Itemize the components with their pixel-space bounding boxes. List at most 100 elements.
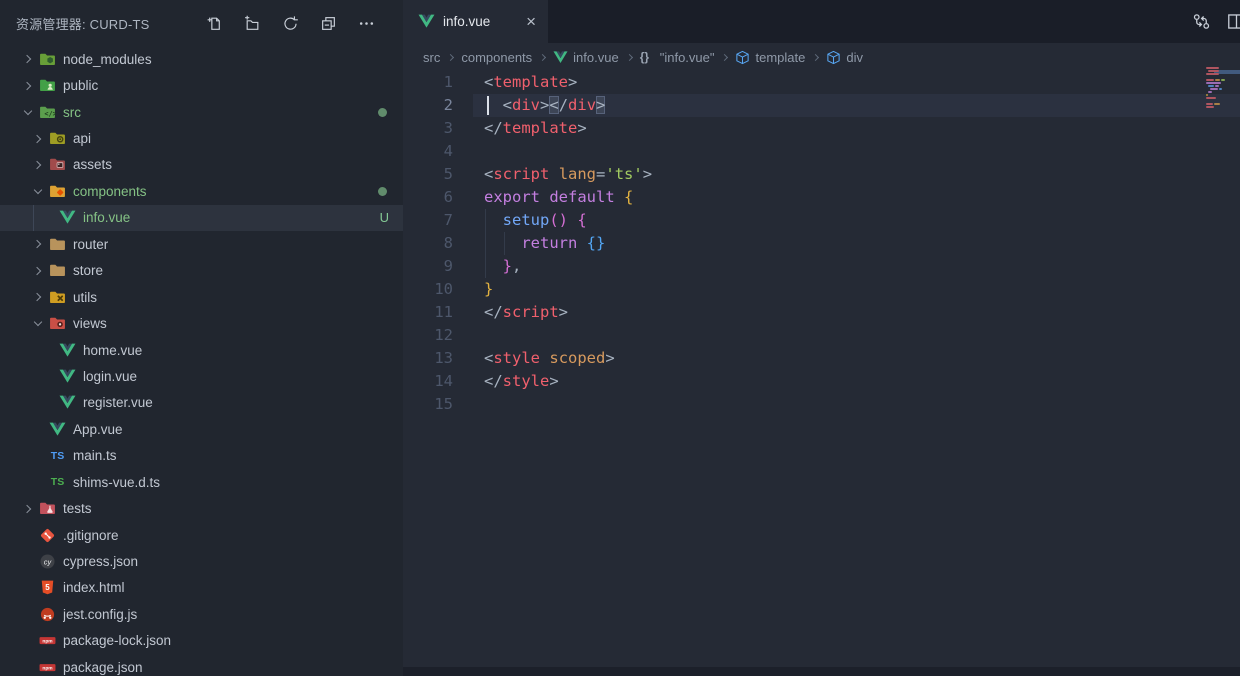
tree-item-shims-vue-d-ts[interactable]: TSshims-vue.d.ts: [0, 469, 403, 495]
twistie-collapsed-icon[interactable]: [28, 131, 48, 147]
tree-item-assets[interactable]: assets: [0, 152, 403, 178]
more-actions-icon[interactable]: [358, 15, 375, 32]
code-line-7[interactable]: 7 setup() {: [403, 209, 1240, 232]
tree-item-components[interactable]: components: [0, 178, 403, 204]
refresh-icon[interactable]: [282, 15, 299, 32]
line-number: 12: [403, 324, 453, 347]
tree-item-cypress-json[interactable]: cycypress.json: [0, 548, 403, 574]
code-line-15[interactable]: 15: [403, 393, 1240, 416]
npm-icon: npm: [38, 659, 57, 676]
line-number: 11: [403, 301, 453, 324]
breadcrumb-item-info-vue[interactable]: info.vue: [553, 50, 619, 65]
tree-item-info-vue[interactable]: info.vueU: [0, 205, 403, 231]
tree-item-api[interactable]: api: [0, 125, 403, 151]
tree-item-utils[interactable]: utils: [0, 284, 403, 310]
twistie-spacer: [38, 395, 58, 411]
code-line-5[interactable]: 5<script lang='ts'>: [403, 163, 1240, 186]
tree-item-app-vue[interactable]: App.vue: [0, 416, 403, 442]
twistie-collapsed-icon[interactable]: [18, 51, 38, 67]
tree-item-register-vue[interactable]: register.vue: [0, 390, 403, 416]
twistie-expanded-icon[interactable]: [18, 104, 38, 120]
code-token: [615, 188, 624, 206]
tab-close-icon[interactable]: ×: [524, 13, 538, 30]
twistie-collapsed-icon[interactable]: [18, 78, 38, 94]
breadcrumb-label: template: [755, 50, 805, 65]
code-line-4[interactable]: 4: [403, 140, 1240, 163]
tree-item-src[interactable]: </>src: [0, 99, 403, 125]
twistie-collapsed-icon[interactable]: [28, 263, 48, 279]
tree-item-node-modules[interactable]: node_modules: [0, 46, 403, 72]
code-token: /: [559, 96, 568, 114]
breadcrumb-item-div[interactable]: div: [826, 50, 863, 65]
code-line-8[interactable]: 8 return {}: [403, 232, 1240, 255]
twistie-collapsed-icon[interactable]: [28, 157, 48, 173]
code-editor[interactable]: 1<template>2 <div></div>3</template>45<s…: [403, 71, 1240, 676]
tree-item-router[interactable]: router: [0, 231, 403, 257]
code-line-9[interactable]: 9 },: [403, 255, 1240, 278]
folder-src-icon: </>: [38, 104, 57, 121]
tree-item-tests[interactable]: tests: [0, 495, 403, 521]
code-line-12[interactable]: 12: [403, 324, 1240, 347]
code-line-2[interactable]: 2 <div></div>: [403, 94, 1240, 117]
minimap-bar: [1215, 85, 1219, 87]
new-file-icon[interactable]: [206, 15, 223, 32]
tree-item-index-html[interactable]: 5index.html: [0, 575, 403, 601]
open-changes-icon[interactable]: [1192, 12, 1211, 31]
split-editor-icon[interactable]: [1227, 12, 1240, 31]
tab-info-vue[interactable]: info.vue ×: [403, 0, 548, 43]
tree-item-label: store: [73, 263, 103, 278]
code-line-6[interactable]: 6export default {: [403, 186, 1240, 209]
breadcrumb-item-src[interactable]: src: [423, 50, 440, 65]
minimap[interactable]: [1206, 67, 1240, 127]
tree-item-home-vue[interactable]: home.vue: [0, 337, 403, 363]
twistie-collapsed-icon[interactable]: [28, 236, 48, 252]
code-token: {: [624, 188, 633, 206]
tree-item--gitignore[interactable]: .gitignore: [0, 522, 403, 548]
breadcrumb: src components info.vue {}"info.vue" templat…: [403, 43, 1240, 71]
breadcrumb-item-template[interactable]: template: [735, 50, 805, 65]
git-modified-dot: [378, 108, 387, 117]
tree-item-package-json[interactable]: npm package.json: [0, 654, 403, 676]
tree-item-label: package-lock.json: [63, 633, 171, 648]
tree-item-login-vue[interactable]: login.vue: [0, 363, 403, 389]
tree-item-label: assets: [73, 157, 112, 172]
tree-item-label: components: [73, 184, 147, 199]
tree-item-jest-config-js[interactable]: jest.config.js: [0, 601, 403, 627]
breadcrumb-item-components[interactable]: components: [461, 50, 532, 65]
tree-item-store[interactable]: store: [0, 258, 403, 284]
tree-item-label: package.json: [63, 660, 143, 675]
code-line-10[interactable]: 10}: [403, 278, 1240, 301]
code-line-13[interactable]: 13<style scoped>: [403, 347, 1240, 370]
code-token: [549, 165, 558, 183]
code-line-14[interactable]: 14</style>: [403, 370, 1240, 393]
line-number: 6: [403, 186, 453, 209]
tree-item-package-lock-json[interactable]: npmpackage-lock.json: [0, 628, 403, 654]
folder-assets-icon: [48, 156, 67, 173]
twistie-expanded-icon[interactable]: [28, 316, 48, 332]
twistie-expanded-icon[interactable]: [28, 183, 48, 199]
code-token: >: [643, 165, 652, 183]
code-line-1[interactable]: 1<template>: [403, 71, 1240, 94]
tree-item-label: shims-vue.d.ts: [73, 475, 160, 490]
code-token: scoped: [549, 349, 605, 367]
line-number: 10: [403, 278, 453, 301]
folder-plain-icon: [48, 236, 67, 253]
folder-api-icon: [48, 130, 67, 147]
code-line-11[interactable]: 11</script>: [403, 301, 1240, 324]
tree-item-label: login.vue: [83, 369, 137, 384]
twistie-collapsed-icon[interactable]: [28, 289, 48, 305]
tree-item-main-ts[interactable]: TSmain.ts: [0, 443, 403, 469]
folder-components-icon: [48, 183, 67, 200]
tree-item-views[interactable]: views: [0, 310, 403, 336]
minimap-bar: [1208, 85, 1214, 87]
code-line-3[interactable]: 3</template>: [403, 117, 1240, 140]
breadcrumb-item--info-vue-[interactable]: {}"info.vue": [640, 50, 715, 65]
tree-item-public[interactable]: public: [0, 72, 403, 98]
vue-icon: [417, 13, 436, 30]
collapse-folders-icon[interactable]: [320, 15, 337, 32]
folder-tests-icon: [38, 500, 57, 517]
breadcrumb-label: src: [423, 50, 440, 65]
twistie-collapsed-icon[interactable]: [18, 501, 38, 517]
tree-item-label: public: [63, 78, 98, 93]
new-folder-icon[interactable]: [244, 15, 261, 32]
